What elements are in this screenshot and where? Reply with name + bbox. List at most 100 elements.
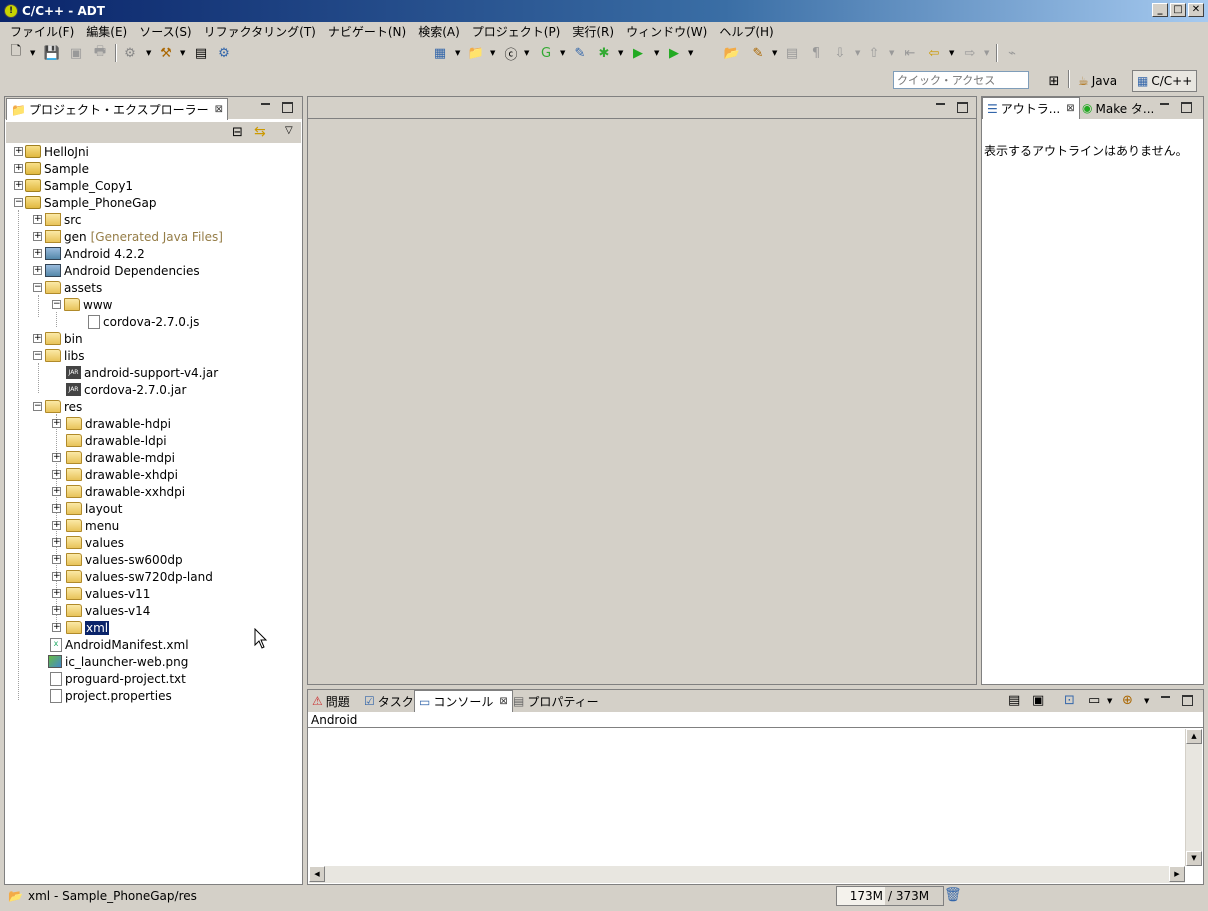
tree-item-folder[interactable]: res [45, 398, 82, 415]
close-window-button[interactable]: ✕ [1188, 3, 1204, 17]
tab-properties[interactable]: ▤ プロパティー [509, 690, 603, 712]
menu-run[interactable]: 実行(R) [566, 23, 620, 40]
scroll-down-icon[interactable]: ▼ [1186, 851, 1202, 866]
tree-item-folder[interactable]: drawable-mdpi [66, 449, 175, 466]
tree-item-file[interactable]: cordova-2.7.0.js [88, 313, 199, 330]
build-dropdown-icon[interactable]: ▼ [180, 49, 185, 57]
scroll-lock-icon[interactable]: ▣ [1032, 693, 1044, 708]
new-icon[interactable]: 🗋 [8, 44, 24, 61]
prev-annotation-icon[interactable]: ⇧ [866, 45, 882, 61]
clear-console-icon[interactable]: ▤ [1008, 693, 1020, 708]
back-icon[interactable]: ⇦ [926, 45, 942, 61]
show-whitespace-icon[interactable]: ¶ [808, 45, 824, 61]
tree-item-folder[interactable]: drawable-ldpi [66, 432, 167, 449]
quick-access-input[interactable] [893, 71, 1029, 89]
close-icon[interactable]: ⊠ [1066, 103, 1074, 114]
tab-project-explorer[interactable]: 📁 プロジェクト・エクスプローラー ⊠ [6, 98, 228, 120]
new-class-icon[interactable]: ⓒ [503, 45, 519, 63]
minimize-icon[interactable] [259, 101, 271, 113]
tree-item-folder[interactable]: drawable-xxhdpi [66, 483, 185, 500]
maximize-icon[interactable] [956, 101, 968, 113]
tree-item-folder[interactable]: assets [45, 279, 102, 296]
back-dropdown-icon[interactable]: ▼ [949, 49, 954, 57]
tree-item-gen-folder[interactable]: gen [Generated Java Files] [45, 228, 223, 245]
debug-icon[interactable]: ✱ [596, 45, 612, 61]
view-menu-icon[interactable]: ▽ [285, 125, 293, 136]
cpp-perspective-button[interactable]: ▦ C/C++ [1132, 70, 1198, 92]
close-icon[interactable]: ⊠ [499, 696, 507, 707]
close-icon[interactable]: ⊠ [215, 104, 223, 115]
open-console-dropdown-icon[interactable]: ▼ [1144, 697, 1149, 705]
tree-item-source-folder[interactable]: src [45, 211, 82, 228]
tree-item-file[interactable]: ic_launcher-web.png [48, 653, 188, 670]
tree-item-folder[interactable]: layout [66, 500, 122, 517]
tree-item-project[interactable]: HelloJni [25, 143, 89, 160]
link-with-editor-icon[interactable]: ⇆ [254, 124, 266, 140]
minimize-icon[interactable] [934, 101, 946, 113]
tree-item-folder[interactable]: menu [66, 517, 119, 534]
tree-item-library[interactable]: Android 4.2.2 [45, 245, 145, 262]
pin-editor-icon[interactable]: ⌁ [1004, 45, 1020, 61]
toggle-mark-icon[interactable]: ▤ [784, 45, 800, 61]
menu-file[interactable]: ファイル(F) [4, 23, 80, 40]
tree-item-folder[interactable]: values-v14 [66, 602, 150, 619]
tree-item-project[interactable]: Sample_Copy1 [25, 177, 133, 194]
tree-item-jar[interactable]: JAR android-support-v4.jar [66, 364, 218, 381]
tree-item-folder-selected[interactable]: xml [66, 619, 111, 636]
tree-item-library[interactable]: Android Dependencies [45, 262, 200, 279]
build-hammer-icon[interactable]: ⚒ [158, 45, 174, 61]
tree-item-folder[interactable]: bin [45, 330, 83, 347]
forward-icon[interactable]: ⇨ [962, 45, 978, 61]
tree-item-folder[interactable]: values-sw720dp-land [66, 568, 213, 585]
next-annotation-dropdown-icon[interactable]: ▼ [855, 49, 860, 57]
scroll-left-icon[interactable]: ◀ [309, 866, 325, 882]
open-console-icon[interactable]: ⊕ [1122, 693, 1133, 708]
forward-dropdown-icon[interactable]: ▼ [984, 49, 989, 57]
tree-item-folder[interactable]: values-v11 [66, 585, 150, 602]
tree-item-folder[interactable]: www [64, 296, 112, 313]
minimize-window-button[interactable]: _ [1152, 3, 1168, 17]
maximize-icon[interactable] [1180, 101, 1192, 113]
new-class-dropdown-icon[interactable]: ▼ [524, 49, 529, 57]
display-console-icon[interactable]: ▭ [1088, 693, 1100, 708]
tree-item-jar[interactable]: JAR cordova-2.7.0.jar [66, 381, 186, 398]
tab-problems[interactable]: ⚠ 問題 [308, 690, 354, 712]
minimize-icon[interactable] [1159, 694, 1171, 706]
next-annotation-icon[interactable]: ⇩ [832, 45, 848, 61]
tab-outline[interactable]: ☰ アウトラ... ⊠ [982, 97, 1080, 119]
menu-refactor[interactable]: リファクタリング(T) [198, 23, 322, 40]
console-horizontal-scrollbar[interactable]: ◀ ▶ [309, 866, 1185, 883]
garbage-collect-icon[interactable]: 🗑 [944, 887, 962, 903]
menu-search[interactable]: 検索(A) [412, 23, 466, 40]
new-folder-dropdown-icon[interactable]: ▼ [490, 49, 495, 57]
debug-dropdown-icon[interactable]: ▼ [618, 49, 623, 57]
tree-item-file[interactable]: project.properties [50, 687, 172, 704]
tree-item-folder[interactable]: values [66, 534, 124, 551]
tree-item-folder[interactable]: values-sw600dp [66, 551, 183, 568]
search-icon[interactable]: ✎ [750, 45, 766, 61]
search-dropdown-icon[interactable]: ▼ [772, 49, 777, 57]
tree-item-project[interactable]: Sample [25, 160, 89, 177]
collapse-all-icon[interactable]: ⊟ [232, 125, 243, 140]
new-gen-class-icon[interactable]: G [538, 45, 554, 61]
new-project-dropdown-icon[interactable]: ▼ [455, 49, 460, 57]
sdk-manager-icon[interactable]: ⚙ [216, 45, 232, 61]
menu-navigate[interactable]: ナビゲート(N) [322, 23, 412, 40]
maximize-window-button[interactable]: □ [1170, 3, 1186, 17]
build-config-dropdown-icon[interactable]: ▼ [146, 49, 151, 57]
save-all-icon[interactable]: ▣ [68, 45, 84, 61]
menu-help[interactable]: ヘルプ(H) [713, 23, 779, 40]
tab-tasks[interactable]: ☑ タスク [360, 690, 418, 712]
build-config-icon[interactable]: ⚙ [122, 45, 138, 61]
tree-item-folder[interactable]: drawable-hdpi [66, 415, 171, 432]
display-console-dropdown-icon[interactable]: ▼ [1107, 697, 1112, 705]
skip-breakpoints-icon[interactable]: ✎ [572, 45, 588, 61]
print-icon[interactable]: 🖶 [92, 44, 108, 61]
scroll-right-icon[interactable]: ▶ [1169, 866, 1185, 882]
tree-item-folder[interactable]: drawable-xhdpi [66, 466, 178, 483]
menu-source[interactable]: ソース(S) [133, 23, 197, 40]
tree-item-folder[interactable]: libs [45, 347, 85, 364]
prev-annotation-dropdown-icon[interactable]: ▼ [889, 49, 894, 57]
open-type-icon[interactable]: 📂 [724, 45, 740, 61]
new-dropdown-icon[interactable]: ▼ [30, 49, 35, 57]
